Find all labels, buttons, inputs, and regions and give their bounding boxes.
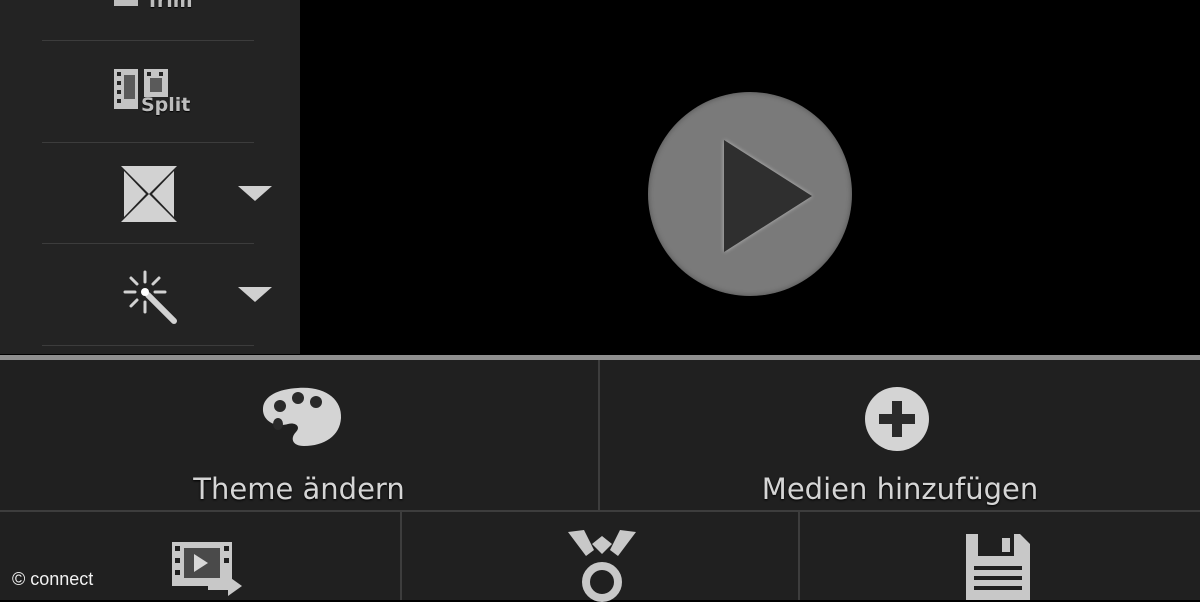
share-button[interactable] bbox=[402, 512, 798, 602]
watermark: © connect bbox=[12, 569, 94, 589]
split-caption: Split bbox=[141, 94, 191, 116]
change-theme-label: Theme ändern bbox=[193, 472, 405, 506]
trim-caption: Trim bbox=[146, 0, 193, 12]
save-button[interactable] bbox=[800, 512, 1200, 600]
play-icon bbox=[724, 140, 812, 252]
trim-button[interactable]: Trim bbox=[0, 0, 300, 40]
film-export-icon bbox=[172, 542, 242, 596]
palette-icon bbox=[262, 387, 342, 446]
change-theme-button[interactable]: Theme ändern bbox=[0, 360, 598, 510]
add-media-label: Medien hinzufügen bbox=[761, 472, 1039, 506]
share-icon bbox=[568, 530, 636, 602]
divider bbox=[42, 345, 254, 346]
add-media-button[interactable]: Medien hinzufügen bbox=[600, 360, 1200, 510]
floppy-disk-icon bbox=[966, 534, 1030, 600]
magic-wand-icon bbox=[123, 270, 177, 324]
video-preview[interactable] bbox=[300, 0, 1200, 356]
effects-button[interactable] bbox=[0, 244, 300, 345]
transition-bowtie-icon bbox=[121, 166, 177, 222]
effects-dropdown-arrow-icon[interactable] bbox=[238, 287, 272, 302]
action-panel: Theme ändern Medien hinzufügen bbox=[0, 360, 1200, 602]
tool-sidebar: Trim Split bbox=[0, 0, 300, 354]
split-button[interactable]: Split bbox=[0, 41, 300, 142]
play-button[interactable] bbox=[648, 92, 852, 296]
transition-dropdown-arrow-icon[interactable] bbox=[238, 186, 272, 201]
transition-button[interactable] bbox=[0, 143, 300, 243]
plus-circle-icon bbox=[865, 387, 929, 451]
